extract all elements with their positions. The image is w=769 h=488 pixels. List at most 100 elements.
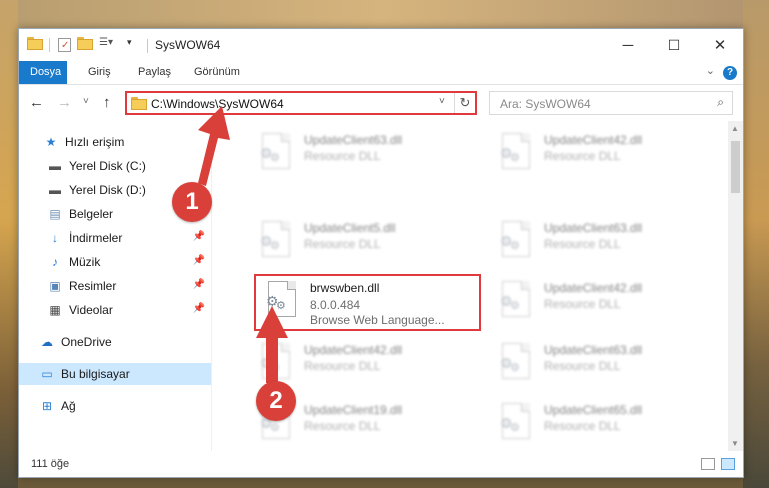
download-icon: ↓ — [52, 231, 58, 245]
maximize-button[interactable]: ☐ — [651, 29, 697, 61]
cloud-icon: ☁ — [41, 335, 53, 349]
dll-file-icon: ⚙ ⚙ — [496, 281, 534, 321]
forward-button[interactable]: → — [57, 94, 72, 111]
file-description: Resource DLL — [544, 237, 621, 251]
file-name: UpdateClient5.dll — [304, 221, 396, 235]
ribbon-tabs: Dosya Giriş Paylaş Görünüm ⌄ ? — [19, 61, 743, 85]
item-count: 111 öğe — [31, 458, 70, 470]
status-bar: 111 öğe — [19, 451, 743, 477]
search-icon[interactable]: ⌕ — [717, 95, 724, 110]
sidebar-item-pictures[interactable]: ▣ Resimler 📌 — [19, 275, 211, 297]
close-button[interactable]: ✕ — [697, 29, 743, 61]
file-name: UpdateClient42.dll — [544, 281, 643, 295]
file-description: Resource DLL — [544, 419, 621, 433]
tab-file[interactable]: Dosya — [19, 61, 67, 84]
refresh-icon[interactable]: ↻ — [454, 93, 475, 113]
toolbar-dropdown-icon[interactable]: ▾ — [127, 37, 137, 53]
scroll-up-icon[interactable]: ▲ — [731, 124, 739, 133]
music-icon: ♪ — [52, 255, 58, 269]
details-view-icon[interactable] — [701, 458, 715, 470]
file-tile[interactable]: ⚙ ⚙ UpdateClient42.dll Resource DLL — [496, 127, 716, 179]
pin-icon[interactable]: 📌 — [193, 255, 205, 266]
back-button[interactable]: ← — [29, 94, 44, 111]
title-bar: ✓ ☰▾ ▾ SysWOW64 ─ ☐ ✕ — [19, 29, 743, 61]
minimize-button[interactable]: ─ — [605, 29, 651, 61]
file-description: Resource DLL — [304, 419, 381, 433]
file-description: Resource DLL — [544, 359, 621, 373]
address-bar[interactable]: C:\Windows\SysWOW64 ˅ ↻ — [125, 91, 477, 115]
vertical-scrollbar[interactable]: ▲ ▼ — [728, 121, 743, 451]
file-tile[interactable]: ⚙ ⚙ UpdateClient63.dll Resource DLL — [496, 337, 716, 389]
tab-share[interactable]: Paylaş — [127, 61, 182, 84]
computer-icon: ▭ — [41, 367, 53, 381]
pin-icon[interactable]: 📌 — [193, 231, 205, 242]
sidebar-item-label: Ağ — [61, 399, 76, 413]
sidebar-item-quick-access[interactable]: ★ Hızlı erişim — [19, 131, 211, 153]
sidebar-item-this-pc[interactable]: ▭ Bu bilgisayar — [19, 363, 211, 385]
dll-file-icon: ⚙ ⚙ — [496, 403, 534, 443]
file-name: UpdateClient63.dll — [544, 221, 643, 235]
tiles-view-icon[interactable] — [721, 458, 735, 470]
properties-icon[interactable]: ✓ — [58, 38, 71, 52]
file-name: UpdateClient63.dll — [304, 133, 403, 147]
file-tile[interactable]: ⚙ ⚙ UpdateClient42.dll Resource DLL — [496, 275, 716, 327]
file-name: UpdateClient42.dll — [304, 343, 403, 357]
file-tile[interactable]: ⚙ ⚙ UpdateClient42.dll Resource DLL — [256, 337, 476, 389]
sidebar-item-local-disk-c[interactable]: ▬ Yerel Disk (C:) — [19, 155, 211, 177]
sidebar-item-onedrive[interactable]: ☁ OneDrive — [19, 331, 211, 353]
address-dropdown-icon[interactable]: ˅ — [439, 96, 445, 107]
file-tile[interactable]: ⚙ ⚙ UpdateClient5.dll Resource DLL — [256, 215, 476, 267]
file-tile[interactable]: ⚙ ⚙ UpdateClient63.dll Resource DLL — [256, 127, 476, 179]
documents-icon: ▤ — [49, 207, 61, 221]
sidebar-item-label: Yerel Disk (D:) — [69, 183, 146, 197]
step-1-badge: 1 — [172, 182, 212, 222]
sidebar-item-network[interactable]: ⊞ Ağ — [19, 395, 211, 417]
new-folder-icon[interactable] — [77, 37, 93, 53]
search-box[interactable]: Ara: SysWOW64 ⌕ — [489, 91, 733, 115]
video-icon: ▦ — [49, 303, 61, 317]
sidebar-item-label: Resimler — [69, 279, 117, 293]
scroll-down-icon[interactable]: ▼ — [731, 439, 739, 448]
search-input[interactable]: Ara: SysWOW64 — [500, 97, 591, 111]
pictures-icon: ▣ — [49, 279, 61, 293]
file-tile[interactable]: ⚙ ⚙ UpdateClient65.dll Resource DLL — [496, 397, 716, 449]
file-description: Resource DLL — [544, 297, 621, 311]
sidebar-item-downloads[interactable]: ↓ İndirmeler 📌 — [19, 227, 211, 249]
sidebar-item-label: Videolar — [69, 303, 113, 317]
desktop-background-right — [743, 0, 769, 488]
scroll-thumb[interactable] — [731, 141, 740, 193]
help-icon[interactable]: ? — [723, 66, 737, 80]
sidebar-item-music[interactable]: ♪ Müzik 📌 — [19, 251, 211, 273]
dll-file-icon: ⚙ ⚙ — [496, 343, 534, 383]
customize-toolbar-icon[interactable]: ☰▾ — [99, 37, 121, 53]
dll-file-icon: ⚙ ⚙ — [496, 221, 534, 261]
file-name: UpdateClient42.dll — [544, 133, 643, 147]
sidebar-item-videos[interactable]: ▦ Videolar 📌 — [19, 299, 211, 321]
sidebar-item-label: OneDrive — [61, 335, 112, 349]
tab-home[interactable]: Giriş — [77, 61, 122, 84]
window-title: SysWOW64 — [155, 38, 221, 52]
folder-app-icon — [27, 37, 43, 53]
address-path[interactable]: C:\Windows\SysWOW64 — [151, 97, 284, 111]
dll-file-icon: ⚙ ⚙ — [256, 343, 294, 383]
tab-view[interactable]: Görünüm — [183, 61, 251, 84]
desktop-background-left — [0, 0, 18, 488]
drive-icon: ▬ — [49, 159, 61, 173]
sidebar-item-label: Bu bilgisayar — [61, 367, 130, 381]
file-tile[interactable]: ⚙ ⚙ UpdateClient63.dll Resource DLL — [496, 215, 716, 267]
network-icon: ⊞ — [41, 399, 53, 413]
drive-icon: ▬ — [49, 183, 61, 197]
file-name: UpdateClient63.dll — [544, 343, 643, 357]
dll-file-icon: ⚙ ⚙ — [256, 133, 294, 173]
quick-access-toolbar: ✓ ☰▾ ▾ — [27, 37, 143, 53]
pin-icon[interactable]: 📌 — [193, 303, 205, 314]
step-2-badge: 2 — [256, 381, 296, 421]
explorer-window: ✓ ☰▾ ▾ SysWOW64 ─ ☐ ✕ Dosya Giriş Paylaş… — [18, 28, 744, 478]
pin-icon[interactable]: 📌 — [193, 279, 205, 290]
collapse-ribbon-icon[interactable]: ⌄ — [706, 64, 715, 77]
highlight-box — [254, 274, 481, 331]
recent-locations-button[interactable]: ˅ — [83, 96, 89, 107]
sidebar-item-label: Müzik — [69, 255, 101, 269]
up-button[interactable]: ↑ — [103, 94, 111, 111]
navigation-pane: ★ Hızlı erişim ▬ Yerel Disk (C:) ▬ Yerel… — [19, 121, 211, 451]
